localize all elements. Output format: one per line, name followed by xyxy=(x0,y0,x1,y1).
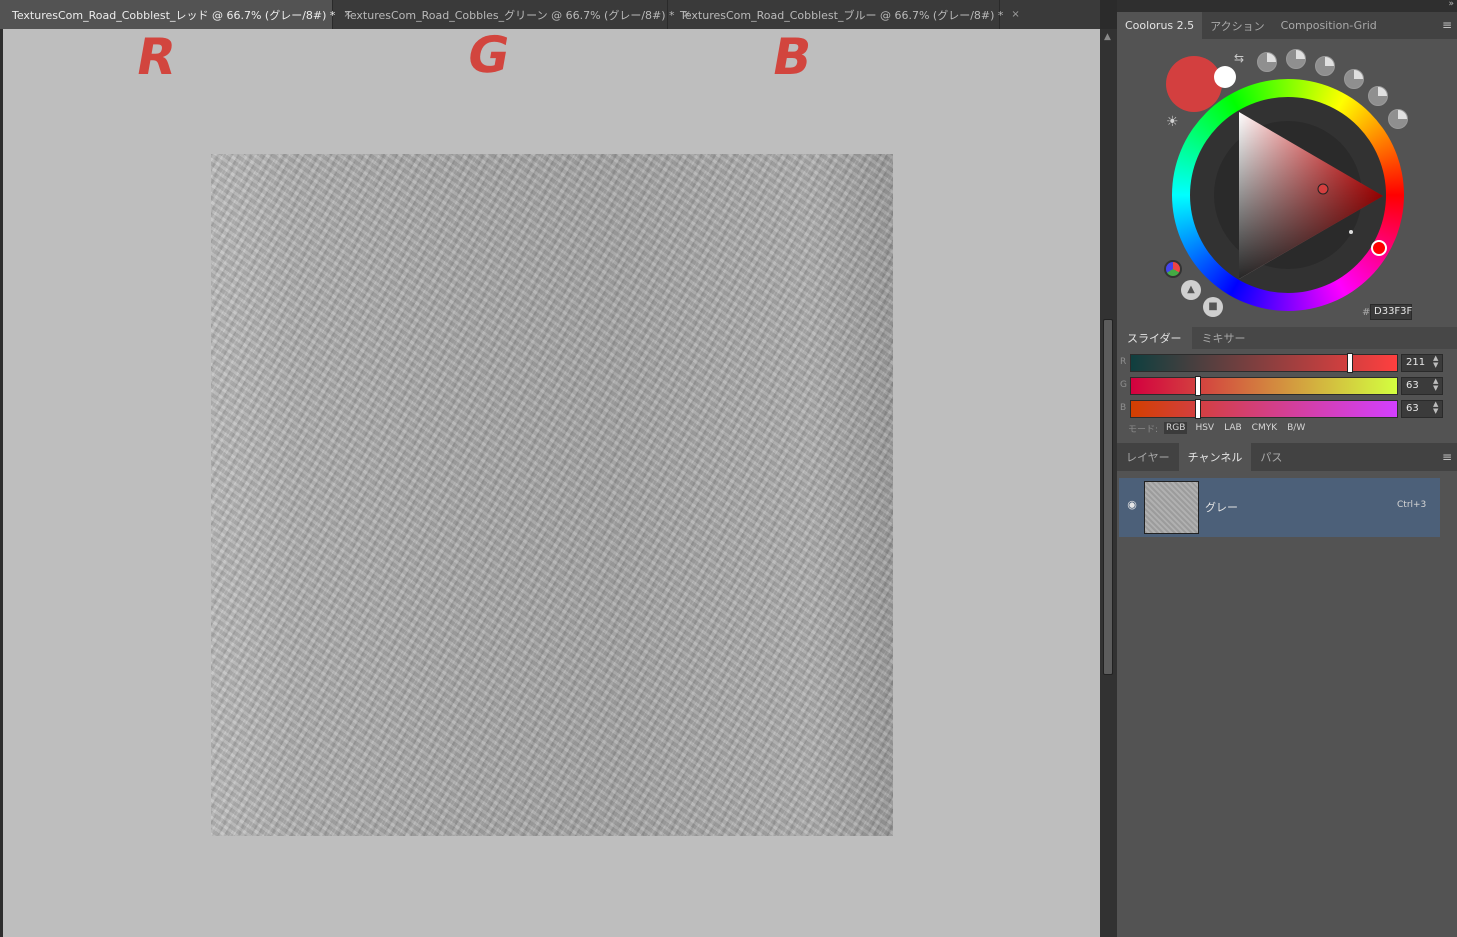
slider-b[interactable]: B 63 ▲ ▼ xyxy=(1117,398,1457,420)
harmony-icon-6[interactable] xyxy=(1388,109,1408,129)
tab-paths[interactable]: パス xyxy=(1251,443,1291,471)
mode-hsv[interactable]: HSV xyxy=(1193,422,1216,434)
color-picker-handle xyxy=(1317,183,1329,195)
mode-label: モード: xyxy=(1128,424,1159,435)
tab-composition-grid[interactable]: Composition-Grid xyxy=(1273,12,1385,39)
tab-document-blue[interactable]: TexturesCom_Road_Cobblest_ブルー @ 66.7% (グ… xyxy=(668,0,1020,29)
tab-document-red[interactable]: TexturesCom_Road_Cobblest_レッド @ 66.7% (グ… xyxy=(0,0,352,29)
tab-layers[interactable]: レイヤー xyxy=(1117,443,1179,471)
slider-label: G xyxy=(1120,380,1127,390)
right-panel: » Coolorus 2.5 アクション Composition-Grid ≡ xyxy=(1117,0,1457,937)
hex-color-field[interactable]: D33F3F xyxy=(1370,304,1412,320)
scroll-up-icon[interactable]: ▲ xyxy=(1104,32,1111,42)
collapse-panels-icon[interactable]: » xyxy=(1448,0,1454,9)
layers-panel-tabs: レイヤー チャンネル パス ≡ xyxy=(1117,443,1457,471)
tab-mixer[interactable]: ミキサー xyxy=(1192,327,1256,349)
cobblestone-texture-image[interactable] xyxy=(211,154,893,836)
mode-cmyk[interactable]: CMYK xyxy=(1250,422,1279,434)
mode-rgb[interactable]: RGB xyxy=(1164,422,1188,434)
panel-tabs: Coolorus 2.5 アクション Composition-Grid ≡ xyxy=(1117,12,1457,39)
panel-menu-icon[interactable]: ≡ xyxy=(1442,18,1452,32)
foreground-color-swatch[interactable] xyxy=(1166,56,1222,112)
spinner-icon[interactable]: ▲ ▼ xyxy=(1433,378,1438,392)
tab-coolorus[interactable]: Coolorus 2.5 xyxy=(1117,12,1203,39)
hue-handle xyxy=(1371,240,1387,256)
brightness-icon[interactable]: ☀ xyxy=(1166,114,1179,130)
tab-title: TexturesCom_Road_Cobblest_レッド @ 66.7% (グ… xyxy=(12,8,336,22)
tab-title: TexturesCom_Road_Cobbles_グリーン @ 66.7% (グ… xyxy=(345,8,675,22)
slider-handle[interactable] xyxy=(1346,353,1353,373)
rgb-wheel-icon[interactable] xyxy=(1164,260,1182,278)
slider-handle[interactable] xyxy=(1194,399,1201,419)
slider-label: B xyxy=(1120,403,1127,413)
color-wheel-area: ⇆ ☀ ▲ ■ # D33F3F xyxy=(1117,39,1457,327)
tab-actions[interactable]: アクション xyxy=(1202,12,1272,39)
slider-track[interactable] xyxy=(1130,377,1398,395)
layers-panel-menu-icon[interactable]: ≡ xyxy=(1442,450,1452,464)
close-icon[interactable]: × xyxy=(1011,9,1019,20)
square-mode-icon[interactable]: ■ xyxy=(1203,297,1223,317)
slider-r[interactable]: R 211 ▲ ▼ xyxy=(1117,352,1457,374)
slider-label: R xyxy=(1120,357,1127,367)
slider-g[interactable]: G 63 ▲ ▼ xyxy=(1117,375,1457,397)
tab-document-green[interactable]: TexturesCom_Road_Cobbles_グリーン @ 66.7% (グ… xyxy=(333,0,691,29)
harmony-icon-2[interactable] xyxy=(1286,49,1306,69)
eye-icon[interactable]: ◉ xyxy=(1125,498,1139,512)
harmony-icon-1[interactable] xyxy=(1257,52,1277,72)
tab-channels[interactable]: チャンネル xyxy=(1178,443,1252,471)
app-window: TexturesCom_Road_Cobblest_レッド @ 66.7% (グ… xyxy=(0,0,1457,937)
slider-track[interactable] xyxy=(1130,400,1398,418)
harmony-icon-5[interactable] xyxy=(1368,86,1388,106)
slider-tabs: スライダー ミキサー xyxy=(1117,327,1457,349)
channels-list-empty-area xyxy=(1117,537,1457,937)
mode-lab[interactable]: LAB xyxy=(1222,422,1244,434)
slider-handle[interactable] xyxy=(1194,376,1201,396)
spinner-icon[interactable]: ▲ ▼ xyxy=(1433,355,1438,369)
channel-name: グレー xyxy=(1205,501,1238,514)
color-mode-selector: モード: RGB HSV LAB CMYK B/W xyxy=(1128,421,1307,435)
document-tab-bar: TexturesCom_Road_Cobblest_レッド @ 66.7% (グ… xyxy=(0,0,1100,29)
triangle-mode-icon[interactable]: ▲ xyxy=(1181,280,1201,300)
channel-row[interactable]: ◉ グレー Ctrl+3 xyxy=(1119,478,1440,537)
vertical-scrollbar[interactable]: ▲ xyxy=(1100,29,1117,937)
harmony-icon-3[interactable] xyxy=(1315,56,1335,76)
scrollbar-thumb[interactable] xyxy=(1103,319,1113,675)
panel-header-strip: » xyxy=(1117,0,1457,12)
swap-colors-icon[interactable]: ⇆ xyxy=(1234,51,1244,65)
slider-track[interactable] xyxy=(1130,354,1398,372)
harmony-icon-4[interactable] xyxy=(1344,69,1364,89)
background-color-swatch[interactable] xyxy=(1214,66,1236,88)
tab-title: TexturesCom_Road_Cobblest_ブルー @ 66.7% (グ… xyxy=(680,8,1004,22)
channel-shortcut: Ctrl+3 xyxy=(1397,500,1427,510)
canvas-left-edge xyxy=(0,29,3,937)
channel-thumbnail[interactable] xyxy=(1144,481,1199,534)
mode-bw[interactable]: B/W xyxy=(1285,422,1307,434)
tab-sliders[interactable]: スライダー xyxy=(1117,327,1192,349)
spinner-icon[interactable]: ▲ ▼ xyxy=(1433,401,1438,415)
